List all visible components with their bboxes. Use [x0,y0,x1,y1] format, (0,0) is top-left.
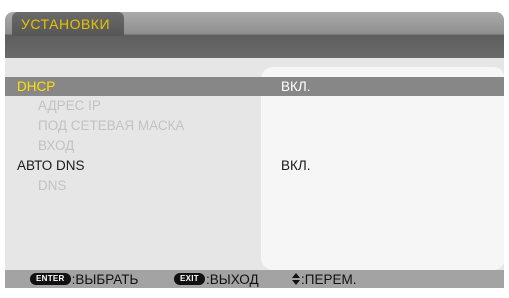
exit-key-icon: EXIT [174,273,205,285]
menu-row-gateway: ВХОД [5,136,504,155]
enter-key-icon: ENTER [30,273,71,285]
move-hint: :ПЕРЕМ. [292,270,356,288]
menu-row-dns: DNS [5,176,504,195]
menu-row-label: ПОД СЕТЕВАЯ МАСКА [38,118,185,133]
exit-hint: EXIT :ВЫХОД [174,270,259,288]
menu-row-subnet-mask: ПОД СЕТЕВАЯ МАСКА [5,116,504,135]
menu-row-value: ВКЛ. [281,79,311,94]
menu-row-label: АВТО DNS [17,158,85,173]
enter-hint: ENTER :ВЫБРАТЬ [30,270,138,288]
move-hint-label: :ПЕРЕМ. [301,271,357,287]
menu-row-label: АДРЕС IP [38,98,101,113]
settings-menu: УСТАНОВКИ DHCP ВКЛ. АДРЕС IP ПОД СЕТЕВАЯ… [5,12,504,288]
menu-row-dhcp[interactable]: DHCP ВКЛ. [5,77,504,96]
menu-row-label: ВХОД [38,138,75,153]
menu-row-label: DNS [38,178,67,193]
exit-hint-label: :ВЫХОД [205,271,259,287]
menu-row-ip-address: АДРЕС IP [5,96,504,115]
title-bar: УСТАНОВКИ [5,12,504,58]
enter-hint-label: :ВЫБРАТЬ [71,271,139,287]
up-down-arrow-icon [292,273,300,285]
menu-row-label: DHCP [17,79,56,94]
menu-row-auto-dns[interactable]: АВТО DNS ВКЛ. [5,156,504,175]
key-help-bar: ENTER :ВЫБРАТЬ EXIT :ВЫХОД :ПЕРЕМ. [5,270,504,288]
menu-row-value: ВКЛ. [281,158,311,173]
tab-settings[interactable]: УСТАНОВКИ [12,12,125,36]
